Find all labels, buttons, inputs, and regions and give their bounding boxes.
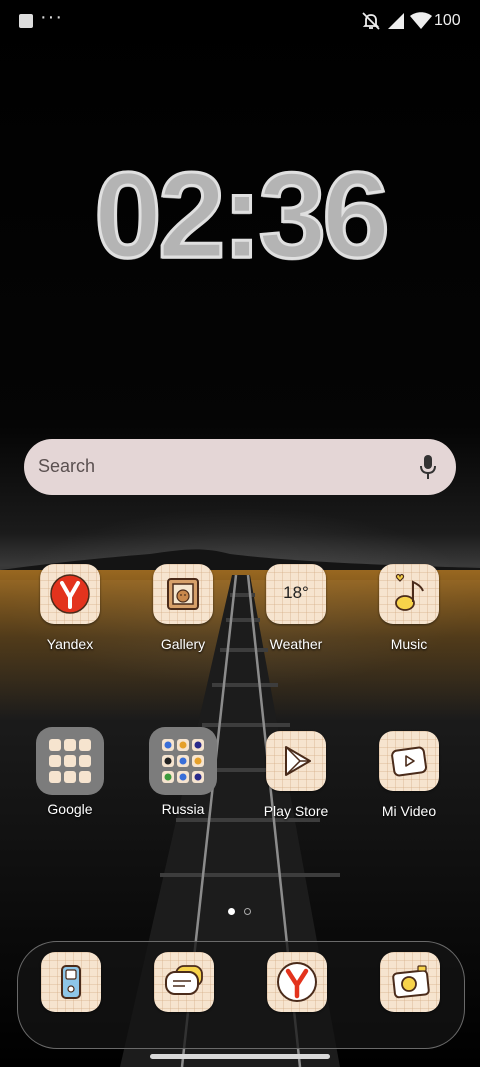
microphone-icon[interactable] [418,454,438,480]
clock-widget[interactable]: 02:36 [50,145,430,285]
app-yandex[interactable]: Yandex [14,564,126,674]
music-icon [379,564,439,624]
gesture-navigation-bar[interactable] [150,1054,330,1059]
page-dot-active[interactable] [228,908,235,915]
phone-icon[interactable] [41,952,101,1012]
app-label: Google [47,801,93,817]
app-label: Play Store [263,803,329,819]
cellular-signal-icon [388,13,404,29]
search-placeholder: Search [38,456,96,476]
more-notifications-icon: ··· [40,6,63,28]
app-label: Gallery [160,636,206,652]
clock-time: 02:36 [92,146,391,285]
app-label: Yandex [46,636,94,652]
gallery-icon [153,564,213,624]
weather-temperature: 18° [283,583,309,602]
app-label: Weather [269,636,323,652]
messages-icon[interactable] [154,952,214,1012]
wifi-icon [410,12,432,29]
search-bar[interactable]: Search [24,439,456,495]
weather-icon: 18° [266,564,326,624]
app-label: Music [390,636,428,652]
status-bar: ··· 100 [0,0,480,42]
dock [17,941,465,1049]
folder-google[interactable]: Google [14,727,126,839]
google-folder-icon [36,727,104,795]
alarm-off-icon [362,12,380,30]
app-label: Mi Video [381,803,437,819]
notification-icon [19,14,33,28]
yandex-icon [40,564,100,624]
camera-icon[interactable] [380,952,440,1012]
mi-video-icon [379,731,439,791]
yandex-browser-icon[interactable] [267,952,327,1012]
app-weather[interactable]: 18° Weather [240,564,352,674]
battery-level: 100 [434,12,461,29]
page-indicator [227,907,257,917]
app-label: Russia [161,801,205,817]
page-dot[interactable] [244,908,251,915]
russia-folder-icon [149,727,217,795]
app-gallery[interactable]: Gallery [127,564,239,674]
folder-russia[interactable]: Russia [127,727,239,839]
app-music[interactable]: Music [353,564,465,674]
app-play-store[interactable]: Play Store [240,731,352,841]
home-screen: ··· 100 02:36 Search Yandex Gallery 18° … [0,0,480,1067]
play-store-icon [266,731,326,791]
app-mi-video[interactable]: Mi Video [353,731,465,841]
